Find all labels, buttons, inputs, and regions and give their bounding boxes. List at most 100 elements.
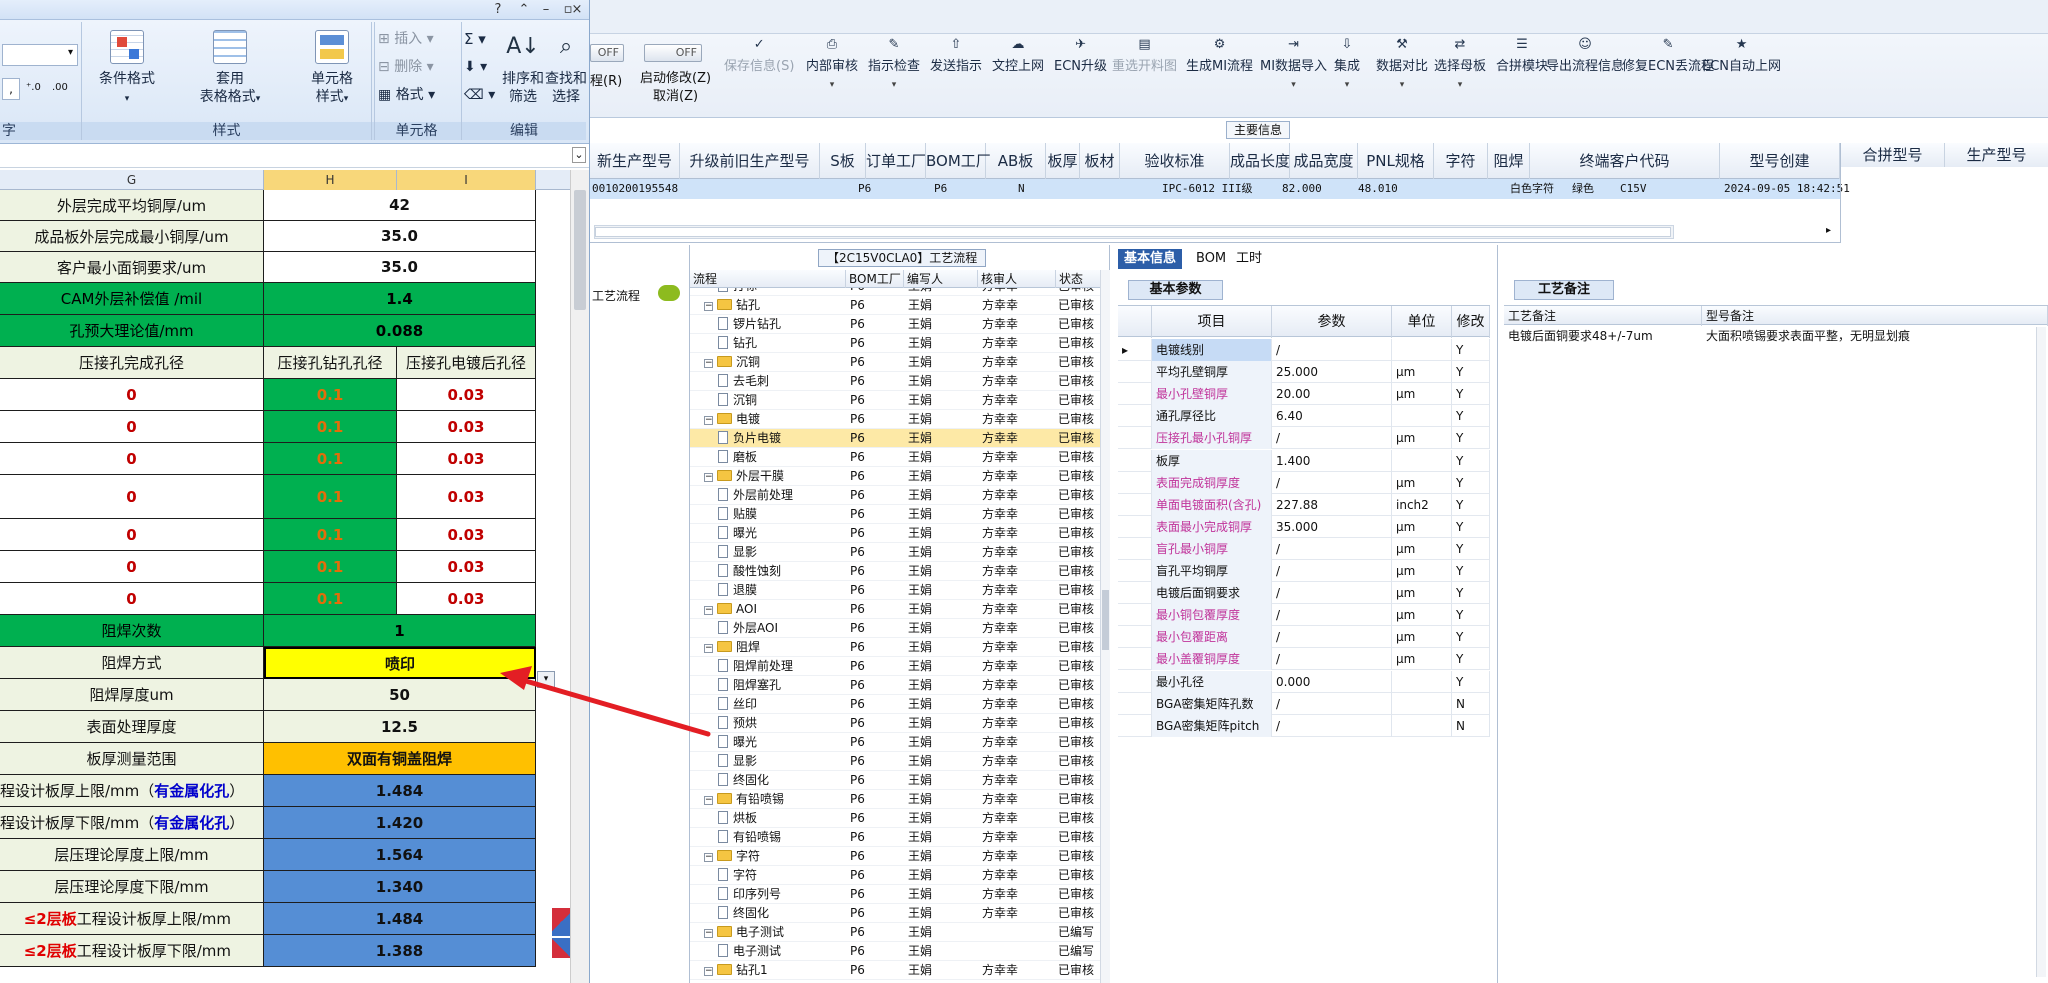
tab-bom[interactable]: BOM: [1190, 249, 1232, 269]
basic-item-cell[interactable]: 平均孔壁铜厚: [1152, 361, 1272, 384]
process-row[interactable]: 字符 P6 王娟 方幸幸 已审核: [690, 866, 1100, 885]
header-writer[interactable]: 编写人: [904, 270, 978, 288]
cell-g[interactable]: CAM外层补偿值 /mil: [0, 283, 264, 315]
process-status-cell[interactable]: 已审核: [1058, 505, 1100, 524]
basic-item-cell[interactable]: 最小包覆距离: [1152, 626, 1272, 649]
process-status-cell[interactable]: 已审核: [1058, 296, 1100, 315]
autosum-button[interactable]: Σ ▾: [464, 28, 486, 50]
process-writer-cell[interactable]: 王娟: [908, 790, 978, 809]
insert-button[interactable]: ⊞ 插入 ▾: [378, 28, 434, 50]
cell-g[interactable]: 孔预大理论值/mm: [0, 315, 264, 347]
basic-param-row[interactable]: 通孔厚径比 6.40 Y: [1118, 405, 1490, 428]
process-row[interactable]: 退膜 P6 王娟 方幸幸 已审核: [690, 581, 1100, 600]
cell-char[interactable]: 白色字符: [1510, 179, 1554, 199]
basic-unit-cell[interactable]: μm: [1392, 648, 1452, 671]
process-row[interactable]: 显影 P6 王娟 方幸幸 已审核: [690, 752, 1100, 771]
cell-g[interactable]: 0: [0, 583, 264, 615]
process-bom-cell[interactable]: P6: [850, 288, 900, 296]
basic-mod-cell[interactable]: Y: [1452, 339, 1490, 361]
process-bom-cell[interactable]: P6: [850, 543, 900, 562]
cell-g[interactable]: 0: [0, 475, 264, 519]
process-name-cell[interactable]: 终固化: [718, 771, 846, 790]
process-writer-cell[interactable]: 王娟: [908, 600, 978, 619]
basic-item-cell[interactable]: 盲孔最小铜厚: [1152, 537, 1272, 560]
process-writer-cell[interactable]: 王娟: [908, 638, 978, 657]
main-header-11[interactable]: PNL规格: [1358, 143, 1434, 179]
cell-hi-merged[interactable]: 1: [264, 615, 536, 647]
basic-unit-cell[interactable]: inch2: [1392, 493, 1452, 516]
basic-param-cell[interactable]: /: [1272, 648, 1392, 671]
process-writer-cell[interactable]: 王娟: [908, 296, 978, 315]
cell-factory[interactable]: P6: [858, 179, 871, 199]
scroll-right-icon[interactable]: ▸: [1826, 225, 1831, 236]
process-name-cell[interactable]: 去毛刺: [718, 372, 846, 391]
tree-collapse-icon[interactable]: −: [704, 473, 713, 482]
process-row[interactable]: 锣片钻孔 P6 王娟 方幸幸 已审核: [690, 315, 1100, 334]
process-writer-cell[interactable]: 王娟: [908, 714, 978, 733]
cell-h[interactable]: 0.1: [264, 443, 397, 475]
process-writer-cell[interactable]: 王娟: [908, 923, 978, 942]
process-writer-cell[interactable]: 王娟: [908, 771, 978, 790]
process-name-cell[interactable]: 锣片钻孔: [718, 315, 846, 334]
process-row[interactable]: 电子测试 P6 王娟 已编写: [690, 942, 1100, 961]
process-reviewer-cell[interactable]: 方幸幸: [982, 809, 1052, 828]
column-header-g[interactable]: G: [0, 170, 264, 190]
process-writer-cell[interactable]: 王娟: [908, 353, 978, 372]
process-bom-cell[interactable]: P6: [850, 809, 900, 828]
basic-item-cell[interactable]: 表面最小完成铜厚: [1152, 515, 1272, 538]
scroll-thumb[interactable]: [1102, 590, 1109, 650]
process-bom-cell[interactable]: P6: [850, 448, 900, 467]
process-row[interactable]: 印序列号 P6 王娟 方幸幸 已审核: [690, 885, 1100, 904]
process-bom-cell[interactable]: P6: [850, 752, 900, 771]
process-name-cell[interactable]: 酸性蚀刻: [718, 562, 846, 581]
toolbar-button-0[interactable]: ✓ 保存信息(S): [724, 36, 794, 100]
process-row[interactable]: − 阻焊 P6 王娟 方幸幸 已审核: [690, 638, 1100, 657]
toolbar-button-2[interactable]: ✎ 指示检查 ▾: [868, 36, 920, 100]
basic-unit-cell[interactable]: μm: [1392, 560, 1452, 582]
toolbar-button-5[interactable]: ✈ ECN升级: [1054, 36, 1107, 100]
process-status-cell[interactable]: 已审核: [1058, 448, 1100, 467]
basic-unit-cell[interactable]: μm: [1392, 537, 1452, 560]
process-name-cell[interactable]: 贴膜: [718, 505, 846, 524]
process-reviewer-cell[interactable]: 方幸幸: [982, 752, 1052, 771]
process-reviewer-cell[interactable]: 方幸幸: [982, 866, 1052, 885]
main-info-tab[interactable]: 主要信息: [1226, 121, 1290, 139]
process-reviewer-cell[interactable]: 方幸幸: [982, 448, 1052, 467]
toolbar-button-4[interactable]: ☁ 文控上网: [992, 36, 1044, 100]
process-name-cell[interactable]: 印序列号: [718, 885, 846, 904]
process-bom-cell[interactable]: P6: [850, 885, 900, 904]
basic-param-cell[interactable]: /: [1272, 339, 1392, 361]
formula-bar[interactable]: ⌄: [0, 144, 589, 168]
process-bom-cell[interactable]: P6: [850, 391, 900, 410]
scroll-thumb[interactable]: [574, 190, 586, 310]
header-reviewer[interactable]: 核审人: [978, 270, 1056, 288]
process-row[interactable]: 打标 P6 王娟方幸幸已审核: [690, 288, 1100, 296]
process-writer-cell[interactable]: 王娟: [908, 524, 978, 543]
main-header-9[interactable]: 成品长度: [1230, 143, 1290, 179]
cell-hi-merged[interactable]: 1.340: [264, 871, 536, 903]
toolbar-partial-label[interactable]: 程(R): [590, 70, 622, 89]
header-model-note[interactable]: 型号备注: [1702, 306, 2048, 326]
process-status-cell[interactable]: 已审核: [1058, 467, 1100, 486]
process-bom-cell[interactable]: P6: [850, 505, 900, 524]
cell-i[interactable]: 压接孔电镀后孔径: [397, 347, 536, 379]
process-reviewer-cell[interactable]: 方幸幸: [982, 296, 1052, 315]
cell-hi-merged[interactable]: 12.5: [264, 711, 536, 743]
cell-g[interactable]: ≤2层板 工程设计板厚下限/mm: [0, 935, 264, 967]
basic-item-cell[interactable]: 表面完成铜厚度: [1152, 471, 1272, 494]
basic-param-cell[interactable]: 227.88: [1272, 493, 1392, 516]
format-button[interactable]: ▦ 格式 ▾: [378, 84, 435, 106]
basic-param-row[interactable]: 平均孔壁铜厚 25.000 μm Y: [1118, 361, 1490, 384]
basic-item-cell[interactable]: 电镀线别: [1152, 339, 1272, 361]
process-name-cell[interactable]: 磨板: [718, 448, 846, 467]
basic-param-row[interactable]: 盲孔平均铜厚 / μm Y: [1118, 560, 1490, 582]
process-writer-cell[interactable]: 王娟: [908, 391, 978, 410]
tab-basic-params[interactable]: 基本参数: [1128, 280, 1223, 300]
basic-unit-cell[interactable]: μm: [1392, 515, 1452, 538]
cell-hi-merged[interactable]: 双面有铜盖阻焊: [264, 743, 536, 775]
tab-process-note[interactable]: 工艺备注: [1514, 280, 1614, 300]
process-reviewer-cell[interactable]: 方幸幸: [982, 467, 1052, 486]
toolbar-button-13[interactable]: ☺ 导出流程信息: [1546, 36, 1624, 100]
find-select-button[interactable]: ⌕ 查找和 选择: [544, 28, 588, 118]
process-reviewer-cell[interactable]: 方幸幸: [982, 676, 1052, 695]
